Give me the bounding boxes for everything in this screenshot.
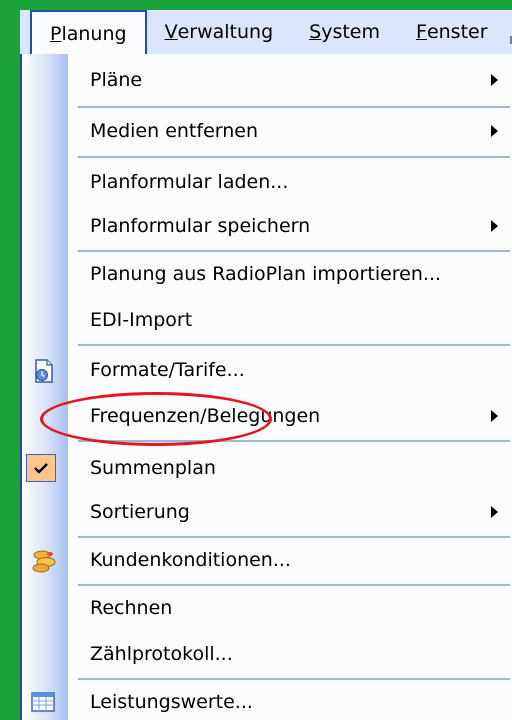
menu-item-label: Frequenzen/Belegungen bbox=[90, 405, 321, 427]
menu-item-formate-tarife[interactable]: Formate/Tarife... bbox=[22, 346, 512, 394]
menu-fenster[interactable]: Fenster bbox=[398, 10, 506, 54]
menu-bar: Planung Verwaltung System Fenster bbox=[20, 10, 512, 56]
menu-label: enster bbox=[426, 21, 488, 43]
menu-verwaltung[interactable]: Verwaltung bbox=[147, 10, 292, 54]
menu-item-summenplan[interactable]: Summenplan bbox=[22, 444, 512, 492]
menu-label: erwaltung bbox=[177, 21, 274, 43]
menu-label: lanung bbox=[61, 23, 127, 45]
submenu-arrow-icon bbox=[491, 220, 498, 232]
checkmark-icon bbox=[26, 454, 56, 482]
menu-separator bbox=[78, 440, 510, 442]
menu-item-label: Sortierung bbox=[90, 501, 190, 523]
menu-item-edi-import[interactable]: EDI-Import bbox=[22, 296, 512, 344]
menu-item-label: Rechnen bbox=[90, 597, 173, 619]
menu-item-kundenkonditionen[interactable]: Kundenkonditionen... bbox=[22, 536, 512, 584]
submenu-arrow-icon bbox=[491, 74, 498, 86]
menu-item-label: Summenplan bbox=[90, 457, 216, 479]
menu-item-label: Medien entfernen bbox=[90, 120, 259, 142]
mnemonic: F bbox=[416, 21, 427, 43]
menu-system[interactable]: System bbox=[291, 10, 398, 54]
document-clock-icon bbox=[30, 358, 56, 383]
menu-planung[interactable]: Planung bbox=[30, 10, 147, 56]
mnemonic: V bbox=[164, 21, 178, 43]
menu-item-label: Leistungswerte... bbox=[90, 691, 253, 713]
menu-item-label: EDI-Import bbox=[90, 309, 193, 331]
menu-item-rechnen[interactable]: Rechnen bbox=[22, 584, 512, 632]
menu-item-frequenzen-belegungen[interactable]: Frequenzen/Belegungen bbox=[22, 392, 512, 440]
submenu-arrow-icon bbox=[491, 410, 498, 422]
planung-dropdown-menu: Pläne Medien entfernen Planformular lade… bbox=[20, 54, 512, 720]
menu-item-planformular-laden[interactable]: Planformular laden... bbox=[22, 158, 512, 206]
menu-item-label: Planung aus RadioPlan importieren... bbox=[90, 263, 442, 285]
coins-icon bbox=[30, 548, 56, 573]
menu-item-sortierung[interactable]: Sortierung bbox=[22, 488, 512, 536]
menu-item-zaehlprotokoll[interactable]: Zählprotokoll... bbox=[22, 630, 512, 678]
submenu-arrow-icon bbox=[491, 125, 498, 137]
table-icon bbox=[30, 690, 56, 714]
menu-item-medien-entfernen[interactable]: Medien entfernen bbox=[22, 107, 512, 155]
menu-item-label: Planformular laden... bbox=[90, 171, 289, 193]
menu-item-leistungswerte[interactable]: Leistungswerte... bbox=[22, 678, 512, 720]
submenu-arrow-icon bbox=[491, 506, 498, 518]
menu-item-label: Pläne bbox=[90, 69, 143, 91]
menubar-overflow-grip bbox=[506, 10, 512, 54]
mnemonic: S bbox=[309, 21, 322, 43]
mnemonic: P bbox=[50, 23, 62, 45]
menu-item-planformular-speichern[interactable]: Planformular speichern bbox=[22, 202, 512, 250]
menu-item-label: Formate/Tarife... bbox=[90, 359, 245, 381]
menu-label: ystem bbox=[321, 21, 380, 43]
menu-item-label: Kundenkonditionen... bbox=[90, 549, 291, 571]
menu-item-label: Planformular speichern bbox=[90, 215, 311, 237]
menu-item-label: Zählprotokoll... bbox=[90, 643, 233, 665]
menu-item-plaene[interactable]: Pläne bbox=[22, 56, 512, 104]
menu-item-radioplan-import[interactable]: Planung aus RadioPlan importieren... bbox=[22, 250, 512, 298]
